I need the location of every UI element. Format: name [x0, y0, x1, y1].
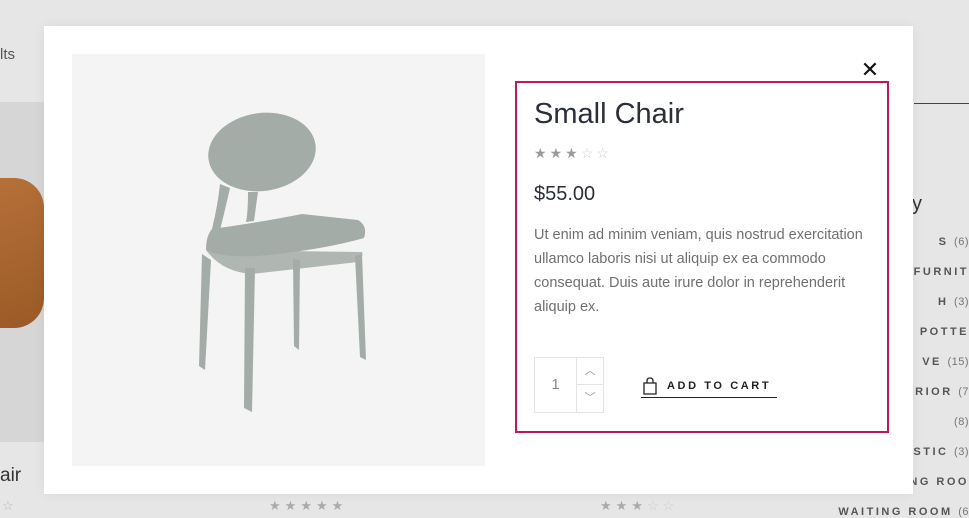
quick-view-modal: ✕ Small Chair ★★★☆☆ $55.00 Ut enim ad mi…: [44, 26, 913, 494]
chevron-down-icon[interactable]: ﹀: [577, 385, 603, 412]
category-count: (3): [954, 446, 969, 458]
background-rating: ☆: [2, 498, 14, 513]
category-item[interactable]: WAITING ROOM (6: [838, 506, 969, 518]
category-heading: y: [912, 193, 922, 215]
star-filled-icon: ★: [549, 145, 566, 161]
star-filled-icon: ★: [631, 498, 647, 513]
chevron-up-icon[interactable]: ︿: [577, 358, 603, 385]
category-label: VE: [922, 356, 948, 368]
product-price: $55.00: [534, 183, 596, 205]
product-title: Small Chair: [534, 98, 684, 130]
product-info-panel: Small Chair ★★★☆☆ $55.00 Ut enim ad mini…: [515, 81, 889, 433]
add-to-cart-button[interactable]: ADD TO CART: [641, 374, 778, 398]
background-rating-middle: ★★★★★: [269, 498, 347, 514]
category-count: (6): [954, 236, 969, 248]
category-label: ERIOR: [905, 386, 959, 398]
category-label: STIC: [913, 446, 955, 458]
star-filled-icon: ★: [284, 498, 301, 513]
background-product-image: [0, 102, 44, 442]
star-empty-icon: ☆: [580, 145, 597, 161]
shopping-bag-icon: [643, 376, 657, 395]
category-count: (6: [958, 506, 969, 518]
star-empty-icon: ☆: [662, 498, 679, 513]
star-filled-icon: ★: [315, 498, 332, 513]
add-to-cart-label: ADD TO CART: [667, 379, 772, 392]
star-filled-icon: ★: [600, 498, 616, 513]
quantity-stepper: 1 ︿ ﹀: [534, 357, 604, 413]
star-filled-icon: ★: [300, 498, 316, 513]
product-rating: ★★★☆☆: [534, 145, 612, 162]
star-filled-icon: ★: [269, 498, 285, 513]
category-count: (15): [947, 356, 969, 368]
star-empty-icon: ☆: [596, 145, 612, 161]
star-filled-icon: ★: [615, 498, 632, 513]
category-label: H: [938, 296, 955, 308]
background-rating-right: ★★★☆☆: [600, 498, 678, 514]
star-filled-icon: ★: [534, 145, 550, 161]
category-label: POTTE: [919, 326, 969, 338]
category-label: S: [938, 236, 955, 248]
category-label: WAITING ROOM: [838, 506, 959, 518]
star-filled-icon: ★: [331, 498, 348, 513]
background-text: lts: [0, 46, 15, 63]
divider: [914, 103, 969, 104]
category-label: FURNIT: [913, 266, 969, 278]
category-count: (3): [954, 296, 969, 308]
product-image: [72, 54, 485, 466]
background-product-title: air: [0, 465, 22, 486]
category-label: NG ROO: [909, 476, 969, 488]
product-description: Ut enim ad minim veniam, quis nostrud ex…: [534, 227, 863, 315]
quantity-input[interactable]: 1: [535, 358, 577, 412]
category-count: (8): [954, 416, 969, 428]
star-filled-icon: ★: [565, 145, 581, 161]
close-icon[interactable]: ✕: [858, 58, 882, 82]
chair-image: [199, 112, 366, 412]
star-empty-icon: ☆: [646, 498, 663, 513]
category-count: (7: [958, 386, 969, 398]
